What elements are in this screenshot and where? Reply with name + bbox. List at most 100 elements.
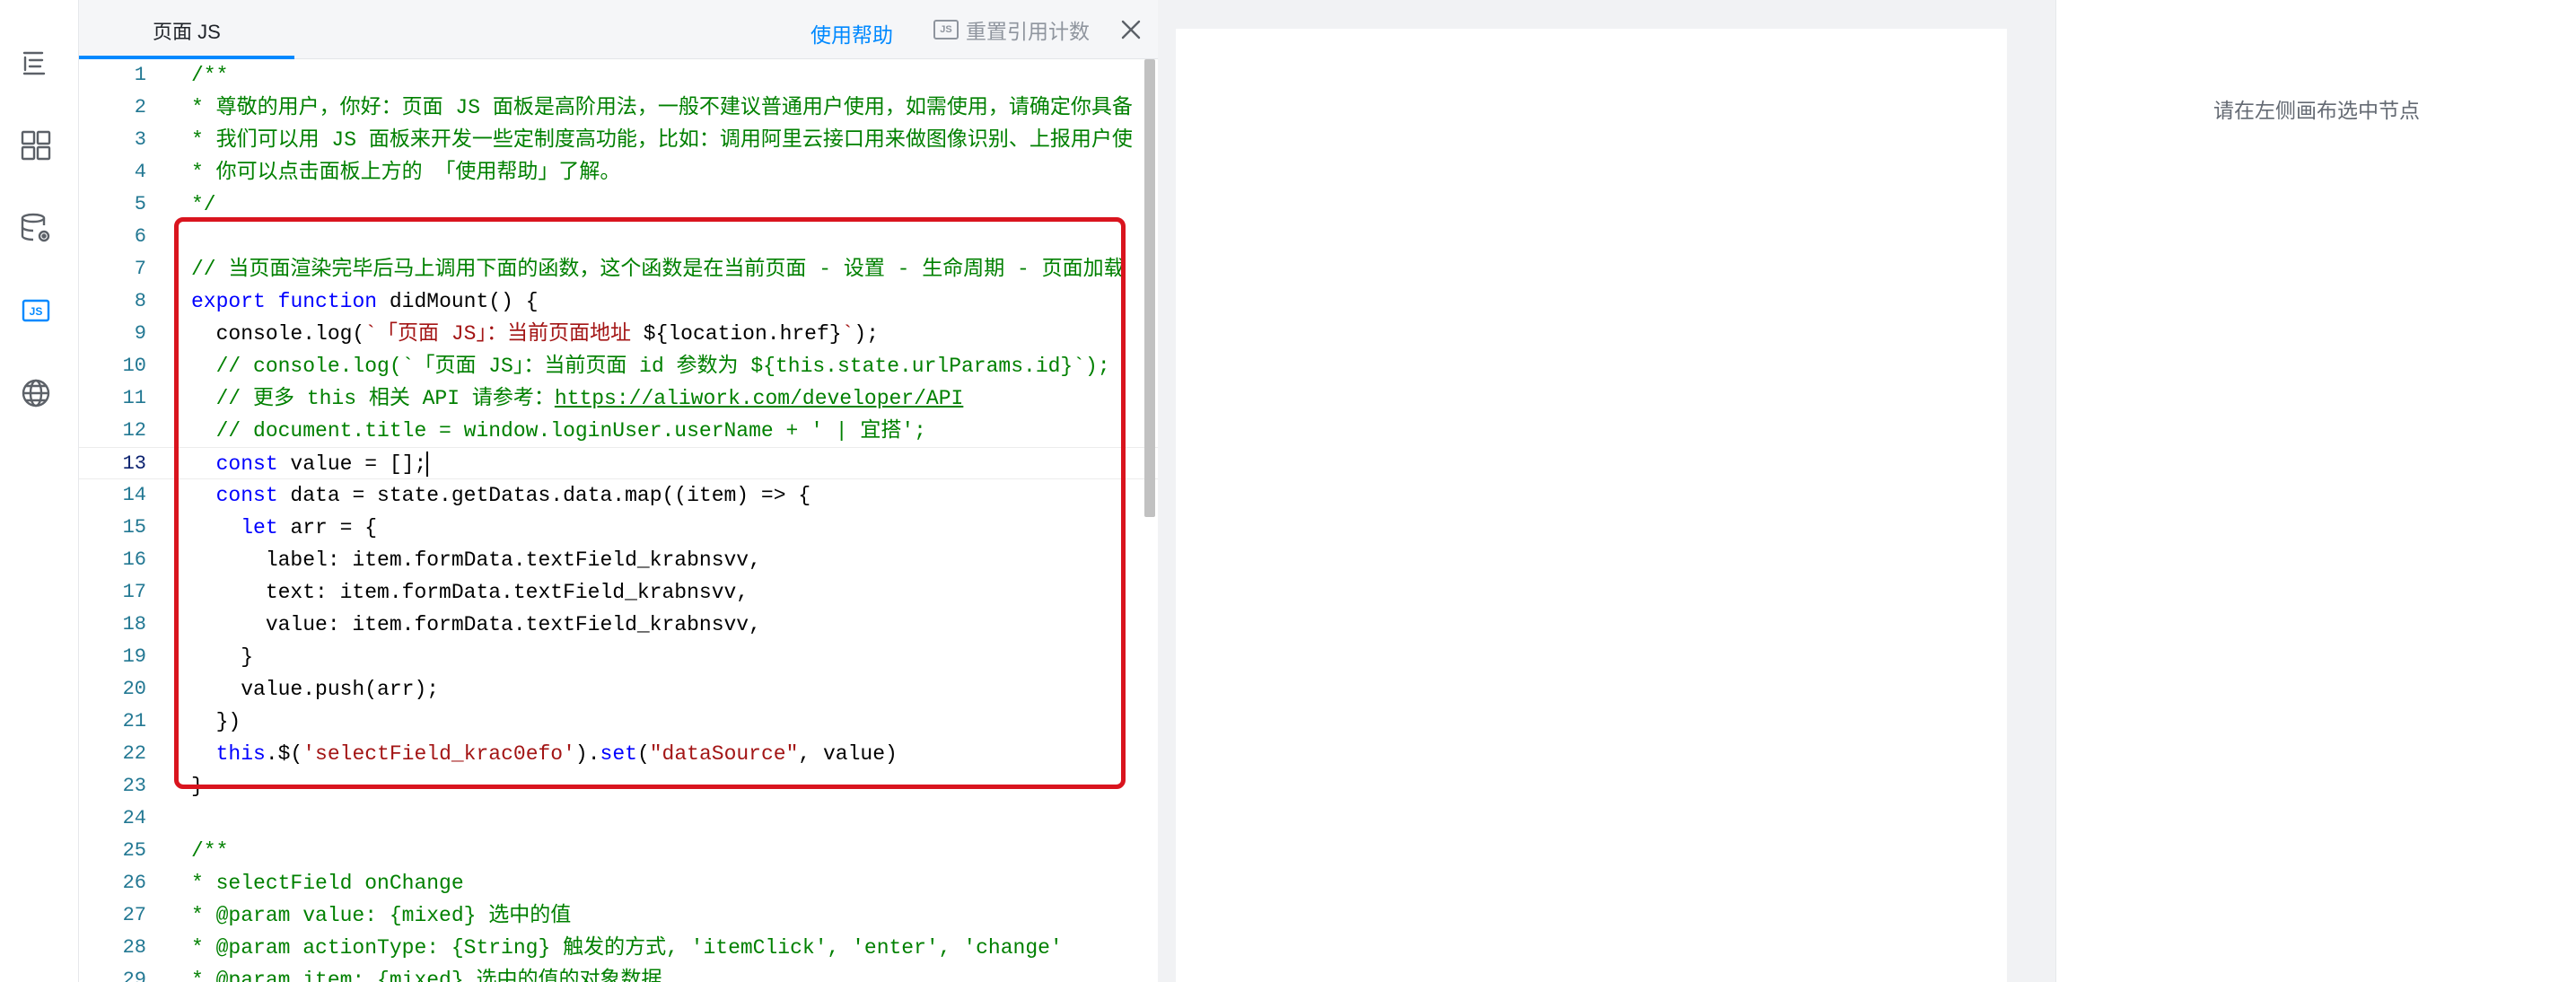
code-line[interactable]: 4 * 你可以点击面板上方的 「使用帮助」了解。	[79, 156, 1158, 189]
line-code: /**	[191, 839, 229, 863]
tab-label: 页面 JS	[153, 21, 221, 43]
components-icon[interactable]	[16, 126, 56, 165]
code-line[interactable]: 29 * @param item: {mixed} 选中的值的对象数据	[79, 964, 1158, 982]
line-number: 24	[122, 807, 146, 829]
line-code: */	[191, 193, 216, 216]
line-code: /**	[191, 64, 229, 87]
line-code: value: item.formData.textField_krabnsvv,	[191, 613, 761, 636]
canvas-page[interactable]	[1176, 29, 2007, 982]
line-code: const value = [];	[215, 451, 429, 477]
line-code: // document.title = window.loginUser.use…	[215, 419, 926, 443]
code-line[interactable]: 11 // 更多 this 相关 API 请参考：https://aliwork…	[79, 382, 1158, 415]
outline-icon[interactable]	[16, 43, 56, 83]
code-line[interactable]: 26 * selectField onChange	[79, 867, 1158, 899]
code-line[interactable]: 28 * @param actionType: {String} 触发的方式, '…	[79, 932, 1158, 964]
line-number: 23	[122, 775, 146, 797]
code-line[interactable]: 6	[79, 221, 1158, 253]
line-number: 27	[122, 904, 146, 926]
design-canvas	[1158, 0, 2055, 982]
line-number: 4	[134, 161, 146, 183]
code-line[interactable]: 27 * @param value: {mixed} 选中的值	[79, 899, 1158, 932]
code-line[interactable]: 7 // 当页面渲染完毕后马上调用下面的函数，这个函数是在当前页面 - 设置 - …	[79, 253, 1158, 285]
line-code: * @param item: {mixed} 选中的值的对象数据	[191, 969, 662, 982]
code-line[interactable]: 22 this.$('selectField_krac0efo').set("d…	[79, 738, 1158, 770]
line-number: 1	[134, 64, 146, 86]
code-line[interactable]: 1 /**	[79, 59, 1158, 92]
line-number: 5	[134, 193, 146, 215]
code-line[interactable]: 17 text: item.formData.textField_krabnsv…	[79, 576, 1158, 609]
js-badge-icon: JS	[933, 20, 959, 39]
code-line[interactable]: 14 const data = state.getDatas.data.map(…	[79, 479, 1158, 512]
code-line[interactable]: 3 * 我们可以用 JS 面板来开发一些定制度高功能，比如：调用阿里云接口用来做图…	[79, 124, 1158, 156]
line-number: 8	[134, 290, 146, 312]
line-number: 29	[122, 969, 146, 982]
code-line[interactable]: 5 */	[79, 189, 1158, 221]
js-panel: 页面 JS 使用帮助 JS 重置引用计数 1 /** 2 * 尊敬的用户，你好：页面 …	[79, 0, 1158, 982]
code-line[interactable]: 21 })	[79, 706, 1158, 738]
code-line[interactable]: 16 label: item.formData.textField_krabns…	[79, 544, 1158, 576]
line-code: }	[191, 645, 254, 669]
help-link[interactable]: 使用帮助	[810, 18, 893, 48]
line-code: const data = state.getDatas.data.map((it…	[215, 484, 811, 507]
code-line[interactable]: 24	[79, 802, 1158, 835]
line-code: export function didMount() {	[191, 290, 539, 313]
line-number: 12	[122, 419, 146, 442]
code-line[interactable]: 2 * 尊敬的用户，你好：页面 JS 面板是高阶用法，一般不建议普通用户使用，如需…	[79, 92, 1158, 124]
line-code: })	[191, 710, 241, 733]
line-number: 21	[122, 710, 146, 732]
tab-page-js[interactable]: 页面 JS	[79, 0, 294, 59]
code-line[interactable]: 10 // console.log(`「页面 JS」：当前页面 id 参数为 $…	[79, 350, 1158, 382]
code-line[interactable]: 25 /**	[79, 835, 1158, 867]
code-line[interactable]: 9 console.log(`「页面 JS」：当前页面地址 ${location…	[79, 318, 1158, 350]
line-code: value.push(arr);	[191, 678, 440, 701]
line-number: 13	[122, 452, 146, 475]
svg-text:JS: JS	[30, 305, 43, 318]
line-code: * 你可以点击面板上方的 「使用帮助」了解。	[191, 161, 621, 184]
line-number: 2	[134, 96, 146, 118]
line-code: * 我们可以用 JS 面板来开发一些定制度高功能，比如：调用阿里云接口用来做图像…	[191, 128, 1133, 152]
js-icon[interactable]: JS	[16, 291, 56, 330]
line-code: // console.log(`「页面 JS」：当前页面 id 参数为 ${th…	[215, 355, 1110, 378]
line-code: console.log(`「页面 JS」：当前页面地址 ${location.h…	[191, 322, 880, 346]
reset-reference-count-button[interactable]: JS 重置引用计数	[933, 14, 1090, 45]
line-number: 26	[122, 872, 146, 894]
line-number: 17	[122, 581, 146, 603]
line-code: // 更多 this 相关 API 请参考：https://aliwork.co…	[215, 387, 964, 410]
line-code: * 尊敬的用户，你好：页面 JS 面板是高阶用法，一般不建议普通用户使用，如需使…	[191, 96, 1133, 119]
editor-scrollbar[interactable]	[1144, 59, 1155, 517]
line-number: 18	[122, 613, 146, 636]
line-code: let arr = {	[241, 516, 378, 539]
code-line[interactable]: 23}	[79, 770, 1158, 802]
code-line[interactable]: 19 }	[79, 641, 1158, 673]
code-line[interactable]: 8 export function didMount() {	[79, 285, 1158, 318]
code-editor[interactable]: 1 /** 2 * 尊敬的用户，你好：页面 JS 面板是高阶用法，一般不建议普通用户使…	[79, 59, 1158, 982]
line-number: 15	[122, 516, 146, 539]
line-code: this.$('selectField_krac0efo').set("data…	[215, 742, 898, 766]
line-number: 14	[122, 484, 146, 506]
line-number: 10	[122, 355, 146, 377]
line-code: label: item.formData.textField_krabnsvv,	[191, 548, 761, 572]
line-number: 22	[122, 742, 146, 765]
line-number: 16	[122, 548, 146, 571]
line-number: 3	[134, 128, 146, 151]
line-number: 28	[122, 936, 146, 959]
panel-header: 页面 JS 使用帮助 JS 重置引用计数	[79, 0, 1158, 59]
line-code: * selectField onChange	[191, 872, 464, 895]
line-number: 9	[134, 322, 146, 345]
reset-label: 重置引用计数	[966, 20, 1090, 43]
line-code: text: item.formData.textField_krabnsvv,	[191, 581, 749, 604]
settings-panel: 请在左侧画布选中节点	[2055, 0, 2576, 982]
line-number: 6	[134, 225, 146, 248]
code-line[interactable]: 20 value.push(arr);	[79, 673, 1158, 706]
close-icon	[1121, 20, 1141, 39]
line-code: * @param actionType: {String} 触发的方式, 'it…	[191, 936, 1063, 960]
code-line[interactable]: 12 // document.title = window.loginUser.…	[79, 415, 1158, 447]
line-code: }	[191, 775, 204, 798]
datasource-icon[interactable]	[16, 208, 56, 248]
line-number: 19	[122, 645, 146, 668]
code-line[interactable]: 18 value: item.formData.textField_krabns…	[79, 609, 1158, 641]
code-line[interactable]: 13 const value = [];	[79, 447, 1158, 479]
globe-icon[interactable]	[16, 373, 56, 413]
close-button[interactable]	[1116, 14, 1146, 45]
code-line[interactable]: 15 let arr = {	[79, 512, 1158, 544]
